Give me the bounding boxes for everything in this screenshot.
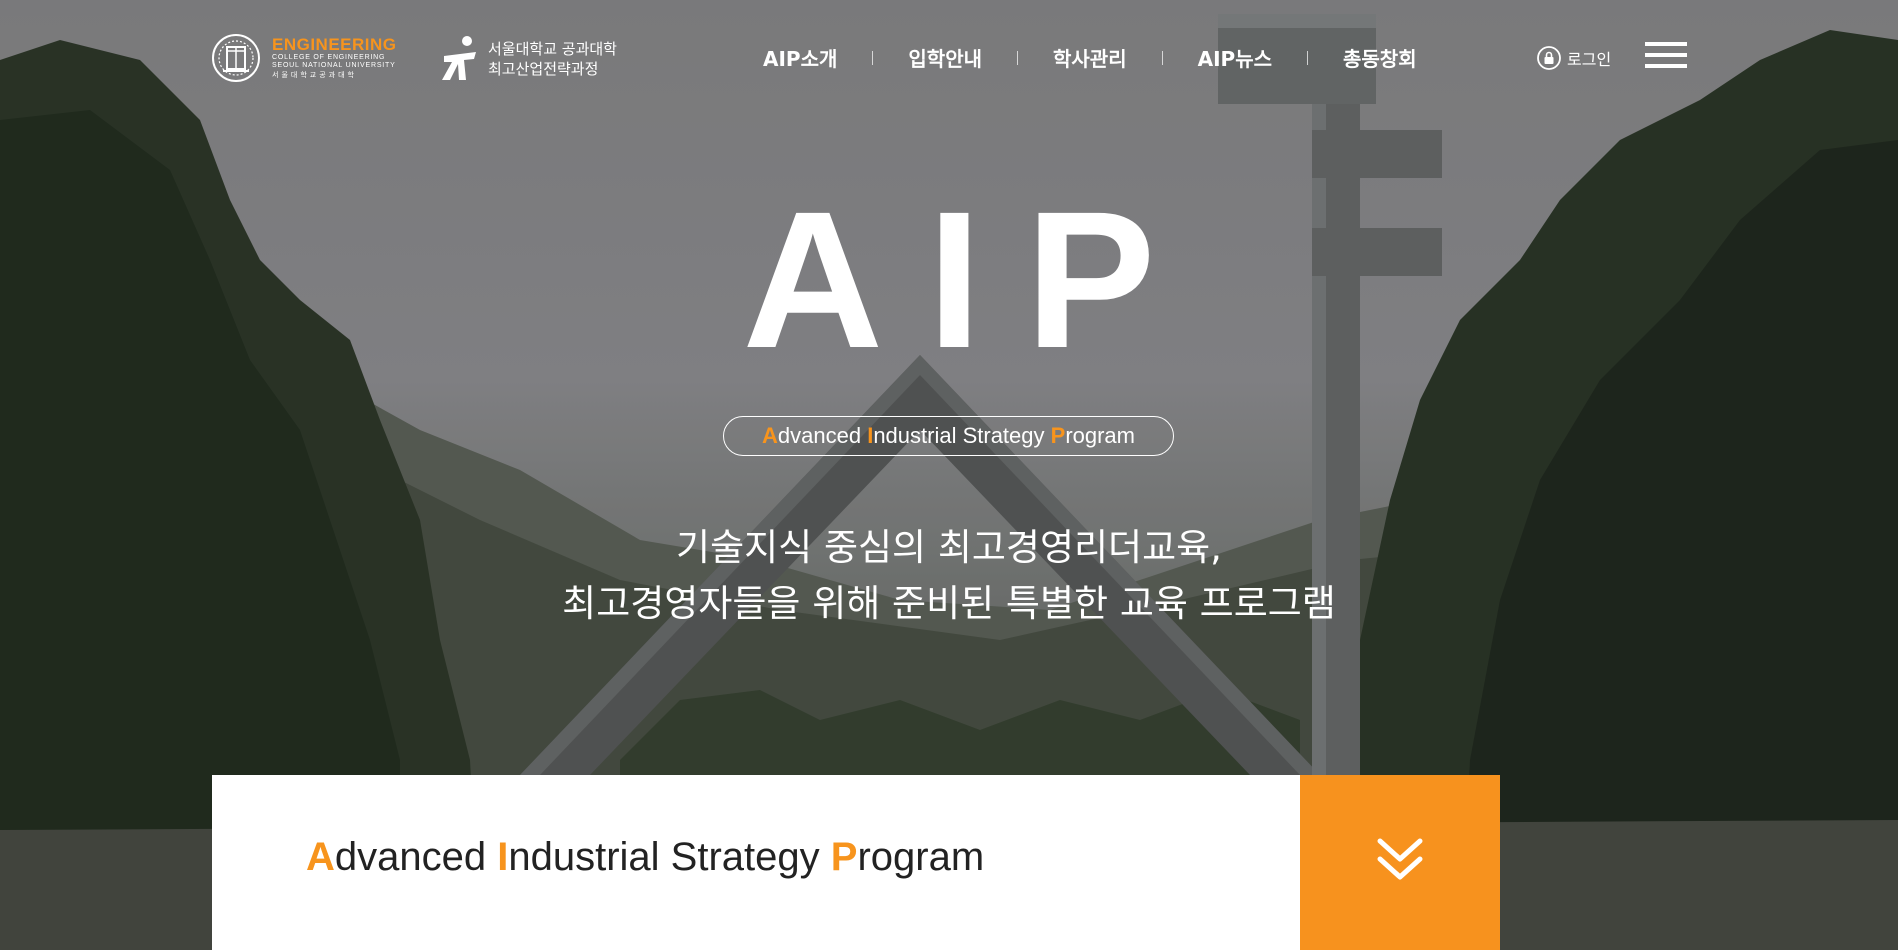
aip-runner-icon bbox=[442, 36, 476, 80]
main-nav: AIP소개 입학안내 학사관리 AIP뉴스 총동창회 bbox=[745, 43, 1452, 72]
banner-title-part: P bbox=[830, 835, 858, 879]
login-button[interactable]: 로그인 bbox=[1537, 46, 1611, 70]
snu-seal-icon bbox=[212, 33, 260, 82]
aip-logo-line1: 서울대학교 공과대학 bbox=[488, 40, 617, 58]
pill-text-part: A bbox=[762, 423, 778, 448]
banner-title-part: S bbox=[670, 835, 698, 879]
aip-logo[interactable]: 서울대학교 공과대학 최고산업전략과정 bbox=[436, 34, 617, 84]
hamburger-menu-icon[interactable] bbox=[1645, 42, 1687, 70]
engineering-logo-sub1: COLLEGE OF ENGINEERING bbox=[272, 53, 386, 61]
pill-text-part: ndustrial Strategy bbox=[873, 423, 1051, 448]
program-banner-title: Advanced Industrial Strategy Program bbox=[306, 835, 984, 880]
hero-tagline: 기술지식 중심의 최고경영리더교육, 최고경영자들을 위해 준비된 특별한 교육… bbox=[0, 520, 1898, 632]
tagline-line1: 기술지식 중심의 최고경영리더교육, bbox=[676, 526, 1222, 569]
engineering-logo-sub2: SEOUL NATIONAL UNIVERSITY bbox=[272, 62, 396, 69]
nav-item-news[interactable]: AIP뉴스 bbox=[1163, 43, 1307, 72]
banner-title-part: dvanced bbox=[334, 835, 498, 879]
hero-title: AIP bbox=[742, 171, 1200, 389]
site-header: ENGINEERING COLLEGE OF ENGINEERING SEOUL… bbox=[0, 0, 1898, 120]
nav-item-admission[interactable]: 입학안내 bbox=[873, 43, 1017, 72]
lock-icon bbox=[1537, 46, 1561, 70]
banner-title-part: rogram bbox=[857, 835, 985, 879]
banner-title-part: I bbox=[497, 835, 509, 879]
pill-text-part: rogram bbox=[1065, 423, 1135, 448]
double-chevron-down-icon bbox=[1377, 838, 1423, 880]
program-name-pill: Advanced Industrial Strategy Program bbox=[723, 416, 1174, 456]
tagline-line2: 최고경영자들을 위해 준비된 특별한 교육 프로그램 bbox=[562, 582, 1336, 625]
nav-item-academics[interactable]: 학사관리 bbox=[1018, 43, 1162, 72]
engineering-logo-korean: 서울대학교공과대학 bbox=[272, 70, 357, 79]
banner-title-part: trategy bbox=[697, 835, 831, 879]
pill-text-part: dvanced bbox=[777, 423, 868, 448]
pill-text-part: P bbox=[1050, 423, 1066, 448]
engineering-logo-title: ENGINEERING bbox=[272, 34, 397, 54]
aip-logo-line2: 최고산업전략과정 bbox=[488, 60, 599, 78]
banner-title-part: A bbox=[306, 835, 335, 879]
scroll-down-button[interactable] bbox=[1300, 775, 1500, 950]
engineering-logo[interactable]: ENGINEERING COLLEGE OF ENGINEERING SEOUL… bbox=[211, 30, 397, 85]
login-label: 로그인 bbox=[1567, 50, 1612, 69]
nav-item-about[interactable]: AIP소개 bbox=[745, 43, 872, 72]
nav-item-alumni[interactable]: 총동창회 bbox=[1308, 43, 1452, 72]
program-banner: Advanced Industrial Strategy Program bbox=[212, 775, 1300, 950]
program-name-text: Advanced Industrial Strategy Program bbox=[762, 423, 1135, 449]
banner-title-part: ndustrial bbox=[508, 835, 671, 879]
